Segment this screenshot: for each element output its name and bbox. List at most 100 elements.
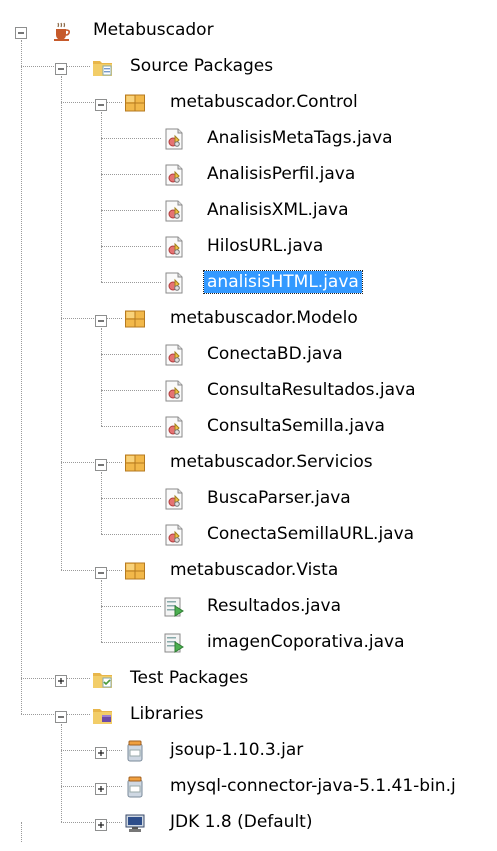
tree-node-metabuscador-servicios[interactable]: metabuscador.Servicios <box>0 447 497 477</box>
tree-guide-horizontal <box>101 138 161 139</box>
tree-node-jsoup-1-10-3-jar[interactable]: jsoup-1.10.3.jar <box>0 735 497 765</box>
tree-guide-horizontal <box>61 102 122 103</box>
tree-node-label[interactable]: Resultados.java <box>207 596 341 616</box>
tree-guide-horizontal <box>61 570 122 571</box>
tree-node-source-packages[interactable]: Source Packages <box>0 51 497 81</box>
tree-guide-horizontal <box>101 210 161 211</box>
tree-node-label[interactable]: Libraries <box>130 704 203 724</box>
tree-node-label[interactable]: jsoup-1.10.3.jar <box>170 740 303 760</box>
collapse-toggle-icon[interactable] <box>95 564 107 579</box>
tree-guide-horizontal <box>61 750 122 751</box>
selected-node-label[interactable]: analisisHTML.java <box>203 270 363 294</box>
expand-toggle-icon[interactable] <box>95 744 107 759</box>
collapse-toggle-icon[interactable] <box>55 60 67 75</box>
package-icon <box>124 92 146 114</box>
tree-node-label[interactable]: metabuscador.Vista <box>170 560 338 580</box>
package-icon <box>124 452 146 474</box>
tree-node-metabuscador-modelo[interactable]: metabuscador.Modelo <box>0 303 497 333</box>
collapse-toggle-icon[interactable] <box>55 708 67 723</box>
project-tree: Metabuscador Source Packages metabuscador.… <box>0 0 497 851</box>
tree-node-label[interactable]: Metabuscador <box>93 20 214 40</box>
java-class-icon <box>163 488 185 510</box>
tree-node-resultados-java[interactable]: Resultados.java <box>0 591 497 621</box>
tree-guide-horizontal <box>61 462 122 463</box>
tree-node-consultasemilla-java[interactable]: ConsultaSemilla.java <box>0 411 497 441</box>
tree-node-label[interactable]: metabuscador.Modelo <box>170 308 358 328</box>
library-folder-icon <box>92 704 114 726</box>
collapse-toggle-icon[interactable] <box>15 24 27 39</box>
tree-node-conectasemillaurl-java[interactable]: ConectaSemillaURL.java <box>0 519 497 549</box>
tree-node-metabuscador-vista[interactable]: metabuscador.Vista <box>0 555 497 585</box>
tree-node-label[interactable]: ConectaBD.java <box>207 344 343 364</box>
package-icon <box>124 560 146 582</box>
tree-node-jdk-1-8-default[interactable]: JDK 1.8 (Default) <box>0 807 497 837</box>
tree-node-label[interactable]: ConsultaSemilla.java <box>207 416 385 436</box>
tree-guide-horizontal <box>101 606 161 607</box>
tree-node-label[interactable]: mysql-connector-java-5.1.41-bin.j <box>170 776 456 796</box>
java-form-icon <box>163 596 185 618</box>
collapse-toggle-icon[interactable] <box>95 312 107 327</box>
java-class-icon <box>163 200 185 222</box>
java-class-icon <box>163 344 185 366</box>
java-project-icon <box>50 20 72 42</box>
tree-guide-horizontal <box>61 822 122 823</box>
java-class-icon <box>163 128 185 150</box>
expand-toggle-icon[interactable] <box>55 672 67 687</box>
java-class-icon <box>163 236 185 258</box>
tree-guide-horizontal <box>61 786 122 787</box>
tree-guide-horizontal <box>101 426 161 427</box>
source-folder-icon <box>92 56 114 78</box>
tree-node-label[interactable]: metabuscador.Control <box>170 92 358 112</box>
tree-node-label[interactable]: Test Packages <box>130 668 248 688</box>
tree-node-imagencoporativa-java[interactable]: imagenCoporativa.java <box>0 627 497 657</box>
tree-node-mysql-connector-java-5-1-41-bin-j[interactable]: mysql-connector-java-5.1.41-bin.j <box>0 771 497 801</box>
java-class-icon <box>163 416 185 438</box>
tree-node-label[interactable]: metabuscador.Servicios <box>170 452 373 472</box>
tree-guide-horizontal <box>101 642 161 643</box>
tree-guide-horizontal <box>61 318 122 319</box>
java-form-icon <box>163 632 185 654</box>
tree-node-metabuscador-control[interactable]: metabuscador.Control <box>0 87 497 117</box>
tree-guide-horizontal <box>101 534 161 535</box>
tree-node-analisisxml-java[interactable]: AnalisisXML.java <box>0 195 497 225</box>
tree-node-label[interactable]: BuscaParser.java <box>207 488 351 508</box>
jar-file-icon <box>124 776 146 798</box>
tree-guide-horizontal <box>101 174 161 175</box>
collapse-toggle-icon[interactable] <box>95 456 107 471</box>
java-class-icon <box>163 164 185 186</box>
tree-node-conectabd-java[interactable]: ConectaBD.java <box>0 339 497 369</box>
collapse-toggle-icon[interactable] <box>95 96 107 111</box>
tree-node-label[interactable]: HilosURL.java <box>207 236 323 256</box>
test-folder-icon <box>92 668 114 690</box>
java-class-icon <box>163 524 185 546</box>
tree-node-analisismetatags-java[interactable]: AnalisisMetaTags.java <box>0 123 497 153</box>
tree-node-label[interactable]: ConsultaResultados.java <box>207 380 416 400</box>
jar-file-icon <box>124 740 146 762</box>
tree-guide-horizontal <box>101 498 161 499</box>
expand-toggle-icon[interactable] <box>95 780 107 795</box>
tree-node-label[interactable]: Source Packages <box>130 56 273 76</box>
tree-node-metabuscador[interactable]: Metabuscador <box>0 15 497 45</box>
tree-node-label[interactable]: AnalisisMetaTags.java <box>207 128 393 148</box>
tree-node-label[interactable]: ConectaSemillaURL.java <box>207 524 414 544</box>
tree-node-buscaparser-java[interactable]: BuscaParser.java <box>0 483 497 513</box>
tree-guide-horizontal <box>101 282 161 283</box>
tree-guide-horizontal <box>101 354 161 355</box>
java-class-icon <box>163 272 185 294</box>
package-icon <box>124 308 146 330</box>
java-class-icon <box>163 380 185 402</box>
jdk-icon <box>124 812 146 834</box>
tree-node-label[interactable]: imagenCoporativa.java <box>207 632 404 652</box>
tree-node-libraries[interactable]: Libraries <box>0 699 497 729</box>
tree-guide-horizontal <box>101 390 161 391</box>
expand-toggle-icon[interactable] <box>95 816 107 831</box>
tree-node-test-packages[interactable]: Test Packages <box>0 663 497 693</box>
tree-node-hilosurl-java[interactable]: HilosURL.java <box>0 231 497 261</box>
tree-guide-horizontal <box>101 246 161 247</box>
tree-node-label[interactable]: JDK 1.8 (Default) <box>170 812 312 832</box>
tree-node-analisisperfil-java[interactable]: AnalisisPerfil.java <box>0 159 497 189</box>
tree-node-label[interactable]: AnalisisPerfil.java <box>207 164 355 184</box>
tree-node-analisishtml-java[interactable]: analisisHTML.java <box>0 267 497 297</box>
tree-node-label[interactable]: AnalisisXML.java <box>207 200 349 220</box>
tree-node-consultaresultados-java[interactable]: ConsultaResultados.java <box>0 375 497 405</box>
